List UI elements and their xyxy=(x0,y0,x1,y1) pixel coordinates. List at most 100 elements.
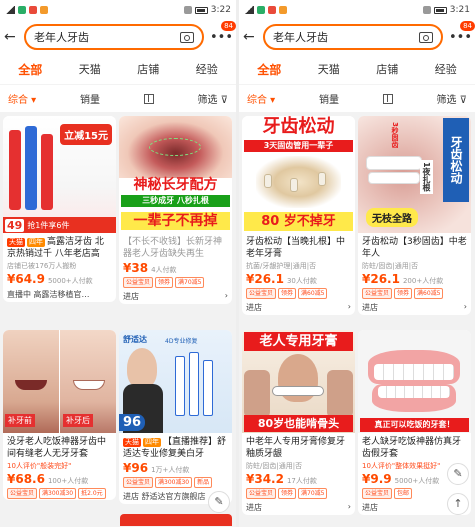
slogan: 一辈子不再掉 xyxy=(121,212,230,230)
wifi-icon xyxy=(183,6,192,14)
camera-icon[interactable] xyxy=(180,31,194,43)
price-row: ¥26.1 30人付款 xyxy=(246,272,317,286)
tab-tmall[interactable]: 天猫 xyxy=(318,61,340,77)
tab-shops[interactable]: 店铺 xyxy=(376,61,398,77)
product-card[interactable]: 真正可以吃饭的牙套！ 老人缺牙吃饭神器仿真牙齿假牙套 10人评价"整体效果挺好"… xyxy=(358,330,471,515)
price-row: ¥26.1 200+人付款 xyxy=(362,272,444,286)
filter-button[interactable]: 筛选 ⊽ xyxy=(198,91,229,106)
feature-label-2: 1夜扎根 xyxy=(420,160,433,194)
product-grid: 牙齿松动 3天固齿管用一辈子 80 岁不掉牙 牙齿松动【当晚扎根】中老年牙膏 抗… xyxy=(239,112,475,526)
back-arrow-icon[interactable]: ← xyxy=(243,29,257,45)
category-tabs: 全部 天猫 店铺 经验 xyxy=(0,54,236,84)
sort-comprehensive[interactable]: 综合 ▾ xyxy=(8,91,36,106)
product-card[interactable]: 神秘长牙配方 三秒成牙 八秒扎根 一辈子不再掉 【不长不收钱】长新牙神器老人牙齿… xyxy=(119,116,232,304)
sort-sales[interactable]: 销量 xyxy=(80,91,100,106)
sort-sales[interactable]: 销量 xyxy=(319,91,339,106)
feedback-button[interactable]: ✎ xyxy=(447,463,469,485)
filter-button[interactable]: 筛选 ⊽ xyxy=(437,91,468,106)
headline: 牙齿松动 xyxy=(262,116,335,137)
product-card[interactable]: 老人专用牙膏 80岁也能啃骨头 中老年人专用牙膏修复牙釉质牙龈 防蛀/固齿|通用… xyxy=(242,330,355,515)
product-attributes: 抗菌/牙龈护理|通用|否 xyxy=(246,262,317,270)
tab-tmall[interactable]: 天猫 xyxy=(79,61,101,77)
slogan: 80 岁不掉牙 xyxy=(244,212,353,231)
product-card[interactable]: 舒适达 4D专业修复 96 天猫 四年 【直播推荐】舒适达专业修复美白牙 ¥96 1万… xyxy=(119,330,232,504)
wechat-icon xyxy=(257,6,265,14)
coupon-row: 公益宝贝 领券 满60减5 xyxy=(242,287,355,300)
price-tag: 49 xyxy=(5,218,25,232)
more-menu-button[interactable]: ••• 84 xyxy=(210,20,236,45)
review-snippet: 10人评价"般装完好" xyxy=(7,462,72,470)
feature-label: 4D专业修复 xyxy=(165,338,198,345)
tab-all[interactable]: 全部 xyxy=(18,61,42,78)
notification-icon xyxy=(268,6,276,14)
coupon-row: 公益宝贝 领券 满70减5 xyxy=(242,487,355,500)
camera-icon[interactable] xyxy=(419,31,433,43)
discount-label: 立减15元 xyxy=(60,124,112,145)
notification-icon xyxy=(29,6,37,14)
promo-badge: 无枝全路 xyxy=(366,208,418,227)
layout-toggle-icon[interactable] xyxy=(143,93,154,104)
signal-icon xyxy=(244,6,254,14)
price-row: ¥38 4人付款 xyxy=(123,261,177,275)
tab-all[interactable]: 全部 xyxy=(257,61,281,78)
promo-banner: 抢1件享6件 xyxy=(27,220,70,230)
product-image: 牙齿松动 3天固齿管用一辈子 80 岁不掉牙 xyxy=(242,116,355,233)
shop-link[interactable]: 进店› xyxy=(242,500,355,515)
tab-experience[interactable]: 经验 xyxy=(435,61,457,77)
scroll-top-button[interactable]: ↑ xyxy=(447,493,469,515)
coupon-row: 公益宝贝 满300减30 抵2.0元 xyxy=(3,487,116,500)
subheadline: 3天固齿管用一辈子 xyxy=(244,140,353,152)
tab-shops[interactable]: 店铺 xyxy=(137,61,159,77)
shop-link[interactable]: 进店› xyxy=(242,300,355,315)
layout-toggle-icon[interactable] xyxy=(382,93,393,104)
slogan: 真正可以吃饭的牙套！ xyxy=(360,418,469,432)
feature-label: 3秒固齿 xyxy=(391,122,399,148)
subheadline: 三秒成牙 八秒扎根 xyxy=(121,195,230,207)
status-bar: 3:22 xyxy=(0,0,236,20)
sort-bar: 综合 ▾ 销量 筛选 ⊽ xyxy=(239,84,475,112)
app-icon xyxy=(40,6,48,14)
product-card[interactable]: 牙齿松动 3秒固齿 1夜扎根 无枝全路 牙齿松动【3秒固齿】中老年人 防蛀/固齿… xyxy=(358,116,471,315)
after-label: 补牙后 xyxy=(63,414,93,427)
product-attributes: 防蛀/固齿|通用|否 xyxy=(246,462,303,470)
category-tabs: 全部 天猫 店铺 经验 xyxy=(239,54,475,84)
search-query: 老年人牙齿 xyxy=(273,31,328,44)
message-badge: 84 xyxy=(460,20,475,31)
status-bar: 3:21 xyxy=(239,0,475,20)
right-screen: 3:21 ← 老年人牙齿 ••• 84 全部 天猫 店铺 经验 综合 ▾ 销量 筛… xyxy=(239,0,475,527)
product-title: 老人缺牙吃饭神器仿真牙齿假牙套 xyxy=(362,437,462,459)
more-menu-button[interactable]: ••• 84 xyxy=(449,20,475,45)
product-image: 老人专用牙膏 80岁也能啃骨头 xyxy=(242,330,355,433)
headline: 神秘长牙配方 xyxy=(133,177,218,193)
search-input[interactable]: 老年人牙齿 xyxy=(24,24,204,50)
product-image: 立减15元 49 抢1件享6件 xyxy=(3,116,116,233)
feedback-button[interactable]: ✎ xyxy=(208,491,230,513)
back-arrow-icon[interactable]: ← xyxy=(4,29,18,45)
product-attributes: 防蛀/固齿|通用|否 xyxy=(362,262,419,270)
app-icon xyxy=(279,6,287,14)
signal-icon xyxy=(5,6,15,14)
product-card[interactable]: 补牙前 补牙后 没牙老人吃饭神器牙齿中间有缝老人无牙牙套 10人评价"般装完好"… xyxy=(3,330,116,500)
product-card[interactable]: 牙齿松动 3天固齿管用一辈子 80 岁不掉牙 牙齿松动【当晚扎根】中老年牙膏 抗… xyxy=(242,116,355,315)
shop-link[interactable]: 直播中 高露洁移植官… xyxy=(3,287,116,302)
price-row: ¥68.6 100+人付款 xyxy=(7,472,89,486)
product-title: 牙齿松动【当晚扎根】中老年牙膏 xyxy=(246,237,346,259)
product-image: 舒适达 4D专业修复 96 xyxy=(119,330,232,433)
shop-link[interactable]: 进店› xyxy=(119,289,232,304)
slogan: 80岁也能啃骨头 xyxy=(244,415,353,432)
battery-icon xyxy=(194,6,208,14)
product-title: 天猫 四年 高露洁牙齿 北京热销过千 八年老店高 xyxy=(7,237,104,259)
product-card[interactable]: 立减15元 49 抢1件享6件 天猫 四年 高露洁牙齿 北京热销过千 八年老店高 店… xyxy=(3,116,116,302)
price-row: ¥34.2 17人付款 xyxy=(246,472,317,486)
product-image: 神秘长牙配方 三秒成牙 八秒扎根 一辈子不再掉 xyxy=(119,116,232,233)
product-image: 真正可以吃饭的牙套！ xyxy=(358,330,471,433)
coupon-row: 公益宝贝 领券 满70减5 xyxy=(119,276,232,289)
search-input[interactable]: 老年人牙齿 xyxy=(263,24,443,50)
sort-comprehensive[interactable]: 综合 ▾ xyxy=(247,91,275,106)
search-query: 老年人牙齿 xyxy=(34,31,89,44)
shop-link[interactable]: 进店› xyxy=(358,300,471,315)
product-image: 补牙前 补牙后 xyxy=(3,330,116,433)
tab-experience[interactable]: 经验 xyxy=(196,61,218,77)
product-title: 没牙老人吃饭神器牙齿中间有缝老人无牙牙套 xyxy=(7,437,107,459)
product-subtitle: 店铺已被176万人搬粉 xyxy=(7,262,77,270)
